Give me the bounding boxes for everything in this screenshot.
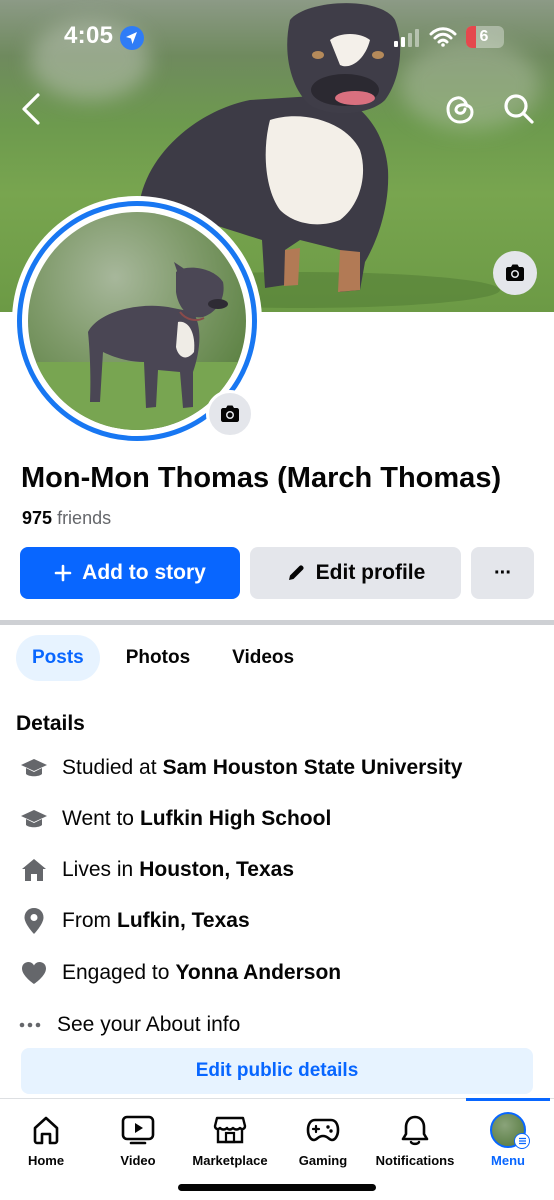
nav-gaming[interactable]: Gaming [287, 1099, 359, 1179]
tab-videos[interactable]: Videos [216, 635, 310, 681]
add-to-story-button[interactable]: Add to story [20, 547, 240, 599]
edit-public-details-button[interactable]: Edit public details [21, 1048, 533, 1094]
profile-name: Mon-Mon Thomas (March Thomas) [21, 462, 502, 494]
detail-prefix: From [62, 909, 111, 932]
threads-icon[interactable] [444, 92, 476, 126]
profile-avatar[interactable] [12, 196, 262, 446]
detail-value[interactable]: Houston, Texas [139, 858, 294, 882]
detail-value[interactable]: Lufkin High School [140, 807, 331, 831]
profile-tabs: Posts Photos Videos [16, 635, 320, 681]
detail-prefix: Studied at [62, 756, 157, 779]
graduation-cap-icon [20, 756, 48, 780]
nav-menu[interactable]: Menu [472, 1099, 544, 1179]
detail-lives-in: Lives in Houston, Texas [20, 855, 294, 885]
tab-posts[interactable]: Posts [16, 635, 100, 681]
nav-label: Home [27, 1153, 65, 1168]
cellular-signal-icon [394, 29, 419, 47]
nav-label: Gaming [298, 1153, 348, 1168]
gaming-icon [306, 1113, 340, 1147]
camera-icon [506, 264, 524, 281]
detail-engaged-to: Engaged to Yonna Anderson [20, 958, 341, 988]
house-icon [20, 857, 48, 883]
detail-prefix: Went to [62, 807, 134, 830]
search-icon[interactable] [502, 92, 536, 126]
detail-value[interactable]: Sam Houston State University [163, 756, 463, 780]
status-time: 4:05 [64, 22, 114, 49]
menu-avatar-icon [490, 1112, 530, 1149]
home-indicator [178, 1184, 376, 1191]
nav-notifications[interactable]: Notifications [372, 1099, 458, 1179]
see-about-info-link[interactable]: See your About info [18, 1010, 240, 1040]
friends-label: friends [57, 508, 112, 528]
status-bar: 4:05 6 [0, 0, 554, 60]
location-arrow-icon [120, 26, 144, 50]
ellipsis-icon [18, 1022, 42, 1028]
video-icon [121, 1113, 155, 1147]
plus-icon [54, 564, 72, 582]
section-divider [0, 620, 554, 625]
nav-label: Video [120, 1153, 156, 1168]
see-about-info-label: See your About info [57, 1013, 241, 1036]
detail-value[interactable]: Yonna Anderson [175, 961, 341, 985]
friends-count[interactable]: 975 friends [22, 508, 111, 529]
back-arrow-icon[interactable] [18, 92, 48, 126]
graduation-cap-icon [20, 807, 48, 831]
nav-video[interactable]: Video [102, 1099, 174, 1179]
details-heading: Details [16, 712, 85, 735]
detail-prefix: Lives in [62, 858, 134, 881]
avatar-camera-button[interactable] [206, 390, 254, 438]
add-to-story-label: Add to story [82, 561, 206, 584]
nav-home[interactable]: Home [10, 1099, 82, 1179]
bell-icon [400, 1113, 430, 1147]
nav-marketplace[interactable]: Marketplace [188, 1099, 272, 1179]
edit-profile-label: Edit profile [315, 561, 426, 584]
detail-studied-at: Studied at Sam Houston State University [20, 753, 462, 783]
nav-label: Menu [491, 1153, 525, 1168]
home-icon [30, 1113, 62, 1147]
detail-value[interactable]: Lufkin, Texas [117, 909, 250, 933]
detail-from: From Lufkin, Texas [20, 906, 250, 936]
edit-profile-button[interactable]: Edit profile [250, 547, 461, 599]
wifi-icon [429, 27, 457, 47]
marketplace-icon [213, 1113, 247, 1147]
camera-icon [221, 405, 239, 422]
cover-camera-button[interactable] [493, 251, 537, 295]
detail-went-to: Went to Lufkin High School [20, 804, 331, 834]
more-options-label: ··· [494, 561, 512, 584]
nav-label: Notifications [375, 1153, 455, 1168]
detail-prefix: Engaged to [62, 961, 170, 984]
location-pin-icon [20, 907, 48, 935]
more-options-button[interactable]: ··· [471, 547, 534, 599]
battery-level: 6 [479, 28, 489, 45]
pencil-icon [286, 563, 306, 583]
battery-indicator: 6 [466, 26, 504, 48]
heart-icon [20, 961, 48, 985]
friends-number: 975 [22, 508, 53, 528]
nav-label: Marketplace [192, 1153, 268, 1168]
tab-photos[interactable]: Photos [110, 635, 206, 681]
